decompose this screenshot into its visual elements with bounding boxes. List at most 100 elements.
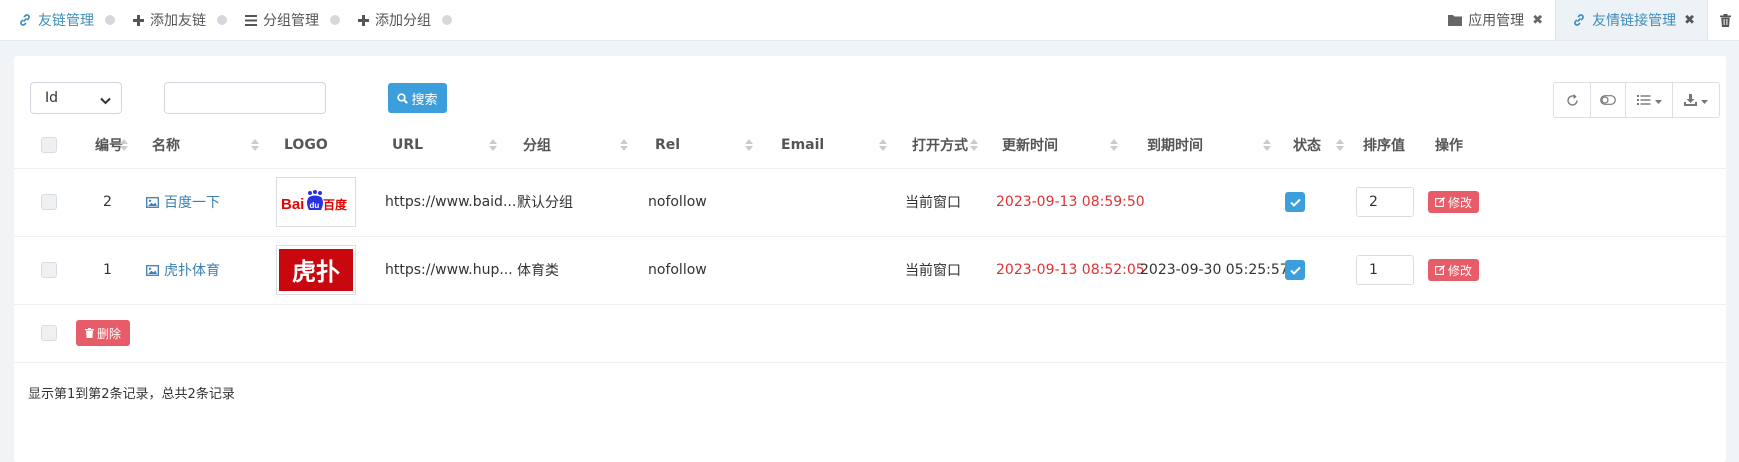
cell-actions: 修改 [1428, 168, 1480, 236]
edit-button[interactable]: 修改 [1428, 191, 1480, 213]
search-button[interactable]: 搜索 [388, 83, 447, 113]
col-id[interactable]: 编号 [95, 122, 123, 168]
edit-label: 修改 [1448, 263, 1473, 278]
tab-add-group[interactable]: 添加分组 [340, 0, 452, 40]
col-name[interactable]: 名称 [152, 122, 180, 168]
sort-icon [1110, 139, 1118, 151]
cell-logo: Bai du 百度 [276, 168, 356, 236]
search-icon [397, 92, 409, 104]
search-input[interactable] [164, 82, 326, 114]
select-all-checkbox[interactable] [41, 122, 57, 168]
folder-icon [1448, 14, 1463, 26]
tab-close-dot[interactable] [217, 15, 227, 25]
cell-rel: nofollow [648, 194, 707, 210]
columns-icon [1636, 95, 1651, 105]
sort-icon [1336, 139, 1344, 151]
plus-icon [133, 14, 144, 26]
cell-id: 1 [103, 262, 112, 278]
tab-label: 友链管理 [38, 13, 94, 29]
cell-url: https://www.baid... [385, 194, 517, 210]
col-logo: LOGO [284, 137, 328, 153]
status-toggle[interactable] [1285, 260, 1305, 280]
edit-icon [1435, 197, 1445, 207]
tab-label: 添加友链 [150, 13, 206, 29]
tab-link-management[interactable]: 友链管理 [0, 0, 115, 40]
tab-add-link[interactable]: 添加友链 [115, 0, 227, 40]
list-icon [245, 14, 257, 26]
refresh-button[interactable] [1554, 83, 1590, 117]
status-toggle[interactable] [1285, 192, 1305, 212]
tab-friend-link-management[interactable]: 友情链接管理 ✖ [1555, 0, 1708, 40]
col-rel[interactable]: Rel [655, 122, 680, 168]
close-all-tabs-button[interactable] [1708, 0, 1739, 40]
sort-icon [1263, 139, 1271, 151]
cell-status [1285, 168, 1305, 236]
col-updated[interactable]: 更新时间 [1002, 122, 1058, 168]
content-panel: Id 搜索 编号 名称 LOGO URL 分组 Rel Email 打开方式 更… [14, 56, 1726, 462]
link-name: 虎扑体育 [164, 263, 220, 279]
sort-value-input[interactable]: 2 [1356, 187, 1414, 217]
select-value: Id [45, 90, 59, 106]
cell-open-mode: 当前窗口 [905, 263, 961, 279]
baidu-logo-text-a: Bai [281, 196, 304, 213]
footer-checkbox[interactable] [41, 304, 57, 362]
cell-name-link[interactable]: 虎扑体育 [146, 236, 220, 304]
cell-name-link[interactable]: 百度一下 [146, 168, 220, 236]
check-icon [1289, 266, 1301, 275]
col-url[interactable]: URL [392, 122, 423, 168]
col-actions: 操作 [1435, 138, 1463, 154]
table-footer: 删除 [14, 304, 1726, 363]
tab-close-dot[interactable] [330, 15, 340, 25]
tab-label: 友情链接管理 [1592, 13, 1677, 29]
plus-icon [358, 14, 369, 26]
search-field-select[interactable]: Id [30, 82, 122, 114]
col-expires[interactable]: 到期时间 [1147, 122, 1203, 168]
tab-close-dot[interactable] [442, 15, 452, 25]
delete-button[interactable]: 删除 [76, 320, 131, 346]
col-open-mode[interactable]: 打开方式 [912, 122, 968, 168]
delete-label: 删除 [97, 326, 122, 341]
col-status[interactable]: 状态 [1293, 122, 1321, 168]
cell-logo: 虎扑 [276, 236, 356, 304]
tab-close-dot[interactable] [105, 15, 115, 25]
search-button-label: 搜索 [411, 92, 438, 108]
chevron-down-icon [100, 93, 111, 109]
cell-id: 2 [103, 194, 112, 210]
baidu-logo: Bai du 百度 [276, 177, 356, 227]
sort-icon [620, 139, 628, 151]
sort-icon [251, 139, 259, 151]
trash-icon [1720, 13, 1731, 27]
col-email[interactable]: Email [781, 122, 824, 168]
cell-sort: 2 [1356, 168, 1414, 236]
cell-expires: 2023-09-30 05:25:57 [1140, 262, 1289, 278]
cell-open-mode: 当前窗口 [905, 195, 961, 211]
close-icon[interactable]: ✖ [1684, 13, 1695, 28]
edit-label: 修改 [1448, 195, 1473, 210]
caret-down-icon [1701, 92, 1708, 108]
link-name: 百度一下 [164, 195, 220, 211]
link-icon [1572, 13, 1586, 27]
toggle-view-button[interactable] [1590, 83, 1625, 117]
export-button[interactable] [1672, 83, 1719, 117]
sort-icon [745, 139, 753, 151]
table-tools [1553, 82, 1720, 118]
bulk-actions: 删除 [76, 304, 131, 362]
sort-value-input[interactable]: 1 [1356, 255, 1414, 285]
cell-status [1285, 236, 1305, 304]
cell-rel: nofollow [648, 262, 707, 278]
row-checkbox[interactable] [41, 168, 57, 236]
tab-app-management[interactable]: 应用管理 ✖ [1432, 0, 1555, 40]
col-sort[interactable]: 排序值 [1363, 122, 1405, 168]
tab-group-management[interactable]: 分组管理 [227, 0, 340, 40]
edit-button[interactable]: 修改 [1428, 259, 1480, 281]
table-header: 编号 名称 LOGO URL 分组 Rel Email 打开方式 更新时间 到期… [14, 122, 1726, 169]
cell-actions: 修改 [1428, 236, 1480, 304]
columns-button[interactable] [1625, 83, 1672, 117]
col-group[interactable]: 分组 [523, 122, 551, 168]
cell-group: 默认分组 [517, 195, 573, 211]
close-icon[interactable]: ✖ [1532, 13, 1543, 28]
top-tab-bar: 友链管理 添加友链 分组管理 添加分组 应用管理 ✖ 友情链接管理 ✖ [0, 0, 1739, 41]
row-checkbox[interactable] [41, 236, 57, 304]
tab-label: 应用管理 [1468, 13, 1525, 29]
toggle-icon [1600, 95, 1616, 105]
